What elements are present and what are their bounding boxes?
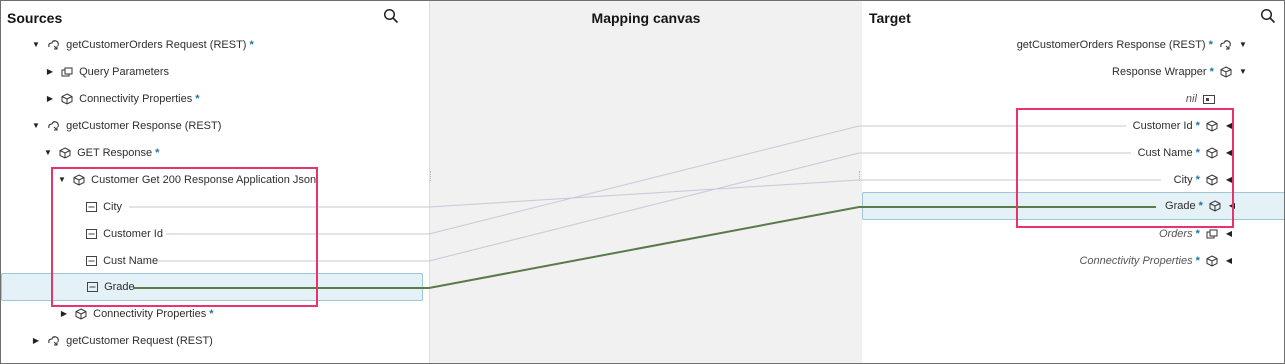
canvas-title: Mapping canvas <box>591 10 701 26</box>
rest-icon <box>48 121 59 131</box>
tree-row-target-connectivity-properties[interactable]: Connectivity Properties * ◀ <box>1079 248 1234 274</box>
object-icon <box>59 147 71 159</box>
tree-row-get-response[interactable]: ▼ GET Response * <box>43 140 159 166</box>
row-label: Connectivity Properties <box>93 308 207 321</box>
collapse-arrow-icon[interactable]: ▶ <box>45 86 55 112</box>
object-icon <box>61 93 73 105</box>
expand-arrow-icon[interactable]: ▼ <box>1238 32 1248 58</box>
tree-row-query-parameters[interactable]: ▶ Query Parameters <box>45 59 169 85</box>
tree-row-getcustomer-response[interactable]: ▼ getCustomer Response (REST) <box>31 113 221 139</box>
highlight-source-fields <box>51 167 318 307</box>
required-marker: * <box>209 308 214 320</box>
required-marker: * <box>249 39 254 51</box>
expand-arrow-icon[interactable]: ▼ <box>43 140 53 166</box>
required-marker: * <box>155 147 160 159</box>
row-label: Connectivity Properties <box>79 93 193 106</box>
row-label: GET Response <box>77 147 153 160</box>
collapse-arrow-icon[interactable]: ▶ <box>45 59 55 85</box>
row-label: Orders <box>1158 228 1193 241</box>
required-marker: * <box>1195 255 1200 267</box>
sources-title: Sources <box>7 10 63 26</box>
row-label: getCustomerOrders Request (REST) <box>66 39 247 52</box>
object-icon <box>1220 66 1232 78</box>
expand-arrow-icon[interactable]: ▼ <box>31 32 41 58</box>
collapse-arrow-icon[interactable]: ▶ <box>31 328 41 354</box>
target-title: Target <box>869 10 911 26</box>
tree-row-response-wrapper[interactable]: Response Wrapper * ▼ <box>1112 59 1248 85</box>
row-label: Connectivity Properties <box>1079 255 1193 268</box>
tree-row-getcustomerorders-request[interactable]: ▼ getCustomerOrders Request (REST) * <box>31 32 254 58</box>
group-icon <box>1206 229 1218 239</box>
object-icon <box>75 308 87 320</box>
group-icon <box>61 67 73 77</box>
search-icon[interactable] <box>383 8 399 24</box>
resize-grip-left[interactable] <box>430 171 433 181</box>
required-marker: * <box>1195 228 1200 240</box>
rest-icon <box>48 336 59 346</box>
row-label: nil <box>1185 93 1197 106</box>
object-icon <box>1206 255 1218 267</box>
collapse-arrow-icon[interactable]: ◀ <box>1224 248 1234 274</box>
highlight-target-fields <box>1016 108 1234 228</box>
data-mapper: Sources ▼ getCustomerOrders Request (RES… <box>0 0 1285 364</box>
row-label: getCustomer Response (REST) <box>66 120 222 133</box>
expand-arrow-icon[interactable]: ▼ <box>1238 59 1248 85</box>
search-icon[interactable] <box>1260 8 1276 24</box>
required-marker: * <box>1209 66 1214 78</box>
nil-icon <box>1203 94 1215 104</box>
required-marker: * <box>1208 39 1213 51</box>
row-label: Query Parameters <box>79 66 169 79</box>
required-marker: * <box>195 93 200 105</box>
rest-icon <box>48 40 59 50</box>
tree-row-getcustomer-request[interactable]: ▶ getCustomer Request (REST) <box>31 328 213 354</box>
rest-icon <box>1220 40 1231 50</box>
tree-row-connectivity-properties[interactable]: ▶ Connectivity Properties * <box>45 86 200 112</box>
row-label: getCustomer Request (REST) <box>66 335 213 348</box>
mapping-canvas-panel[interactable]: Mapping canvas <box>429 1 863 363</box>
expand-arrow-icon[interactable]: ▼ <box>31 113 41 139</box>
row-label: getCustomerOrders Response (REST) <box>1016 39 1206 52</box>
tree-row-getcustomerorders-response[interactable]: getCustomerOrders Response (REST) * ▼ <box>1017 32 1248 58</box>
row-label: Response Wrapper <box>1112 66 1207 79</box>
